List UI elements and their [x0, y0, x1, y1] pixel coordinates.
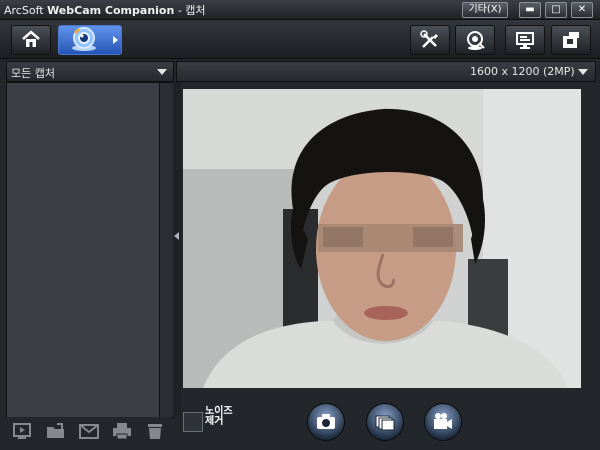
main-toolbar	[0, 20, 600, 59]
collapse-panel-icon[interactable]	[174, 232, 179, 240]
capture-mode-button[interactable]	[58, 25, 122, 55]
capture-gallery[interactable]	[6, 82, 160, 418]
capture-webcam-icon	[72, 27, 96, 51]
share-button[interactable]	[551, 25, 591, 55]
trash-icon[interactable]	[144, 421, 166, 441]
capture-filter-dropdown[interactable]: 모든 캡처	[6, 61, 174, 82]
burst-icon	[375, 415, 395, 431]
home-icon	[22, 30, 40, 47]
noise-reduction-checkbox[interactable]	[183, 412, 203, 432]
maximize-button[interactable]: □	[545, 2, 567, 18]
gallery-actions	[6, 417, 172, 445]
noise-reduction-label: 노이즈 제거	[205, 406, 233, 427]
capture-dropdown-arrow[interactable]	[113, 36, 118, 44]
webcam-settings-button[interactable]	[455, 25, 495, 55]
take-photo-button[interactable]	[307, 403, 345, 441]
display-button[interactable]	[505, 25, 545, 55]
etc-menu-button[interactable]: 기타(X)	[462, 2, 508, 18]
resolution-dropdown[interactable]: 1600 x 1200 (2MP)	[176, 61, 596, 82]
resolution-label: 1600 x 1200 (2MP)	[470, 65, 575, 78]
open-folder-icon[interactable]	[45, 421, 67, 441]
panel-splitter[interactable]	[173, 82, 181, 416]
burst-capture-button[interactable]	[366, 403, 404, 441]
camera-icon	[317, 414, 335, 429]
monitor-icon	[516, 32, 534, 49]
close-button[interactable]: ✕	[571, 2, 593, 18]
webcam-preview	[183, 89, 581, 388]
chevron-down-icon	[578, 69, 588, 75]
video-icon	[434, 413, 452, 429]
gallery-scrollbar[interactable]	[159, 82, 174, 418]
tools-icon	[420, 30, 438, 48]
print-icon[interactable]	[111, 421, 133, 441]
chevron-down-icon	[157, 69, 167, 75]
slideshow-icon[interactable]	[12, 421, 34, 441]
capture-filter-label: 모든 캡처	[11, 67, 55, 80]
window-title: ArcSoft WebCam Companion - 캡처	[4, 4, 206, 17]
share-icon	[563, 32, 579, 48]
webcam-settings-icon	[467, 31, 485, 50]
record-video-button[interactable]	[424, 403, 462, 441]
app-window: ArcSoft WebCam Companion - 캡처 기타(X) ▬ □ …	[0, 0, 600, 450]
email-icon[interactable]	[78, 421, 100, 441]
home-button[interactable]	[11, 25, 51, 55]
tools-button[interactable]	[410, 25, 450, 55]
minimize-button[interactable]: ▬	[519, 2, 541, 18]
title-bar[interactable]: ArcSoft WebCam Companion - 캡처 기타(X) ▬ □ …	[0, 0, 600, 20]
webcam-feed-image	[183, 89, 581, 388]
